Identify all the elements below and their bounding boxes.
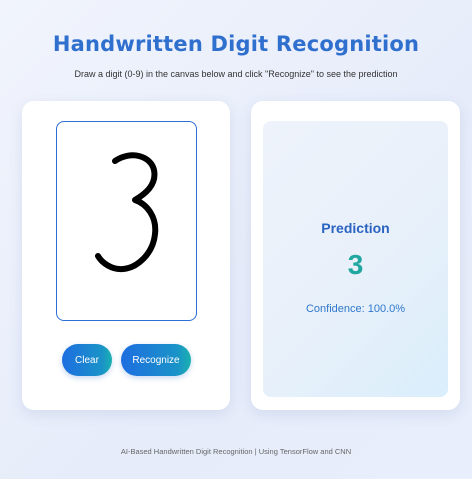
page-title: Handwritten Digit Recognition <box>52 32 420 56</box>
drawing-card: Clear Recognize <box>22 101 230 410</box>
prediction-panel: Prediction 3 Confidence: 100.0% <box>263 121 448 397</box>
page-subtitle: Draw a digit (0-9) in the canvas below a… <box>74 69 398 79</box>
prediction-label: Prediction <box>321 220 390 236</box>
confidence-text: Confidence: 100.0% <box>305 303 406 315</box>
footer-text: AI-Based Handwritten Digit Recognition |… <box>120 447 352 456</box>
prediction-card: Prediction 3 Confidence: 100.0% <box>251 101 460 410</box>
drawing-canvas[interactable] <box>56 121 197 321</box>
handwritten-digit-stroke <box>95 152 159 273</box>
clear-button[interactable]: Clear <box>62 344 112 376</box>
recognize-button[interactable]: Recognize <box>121 344 191 376</box>
predicted-digit: 3 <box>347 249 364 280</box>
